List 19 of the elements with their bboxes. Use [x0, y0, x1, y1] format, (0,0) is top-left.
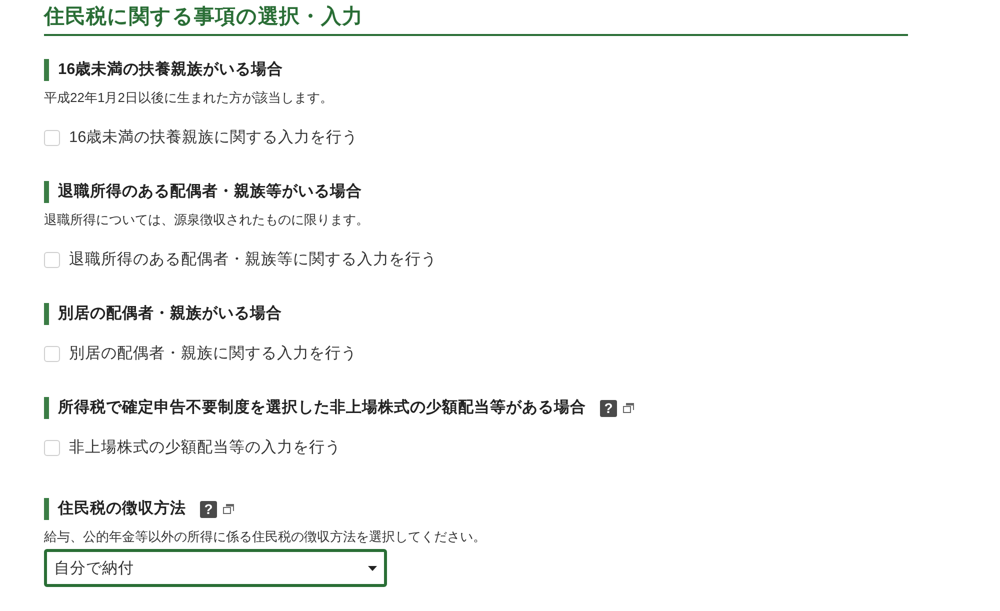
section-heading: 退職所得のある配偶者・親族等がいる場合 — [58, 182, 362, 202]
checkbox-label[interactable]: 非上場株式の少額配当等の入力を行う — [69, 436, 341, 460]
checkbox-label[interactable]: 退職所得のある配偶者・親族等に関する入力を行う — [69, 248, 437, 272]
checkbox-label[interactable]: 16歳未満の扶養親族に関する入力を行う — [69, 126, 358, 150]
caret-icon — [368, 566, 377, 570]
select-field[interactable]: 自分で納付 — [44, 549, 387, 587]
section-heading: 住民税の徴収方法 — [58, 498, 186, 519]
help-button[interactable]: ? — [200, 500, 217, 518]
section-heading: 所得税で確定申告不要制度を選択した非上場株式の少額配当等がある場合 — [58, 398, 586, 418]
section-heading: 別居の配偶者・親族がいる場合 — [58, 304, 282, 324]
section-heading: 16歳未満の扶養親族がいる場合 — [58, 60, 284, 80]
help-button[interactable]: ? — [600, 400, 617, 416]
new-window-icon[interactable] — [223, 504, 234, 514]
section-note: 平成22年1月2日以後に生まれた方が該当します。 — [44, 89, 333, 107]
section-note: 退職所得については、源泉徴収されたものに限ります。 — [44, 211, 369, 229]
page-title: 住民税に関する事項の選択・入力 — [44, 4, 363, 30]
new-window-icon[interactable] — [623, 403, 634, 413]
section-note: 給与、公的年金等以外の所得に係る住民税の徴収方法を選択してください。 — [44, 528, 486, 546]
checkbox-label[interactable]: 別居の配偶者・親族に関する入力を行う — [69, 342, 357, 366]
